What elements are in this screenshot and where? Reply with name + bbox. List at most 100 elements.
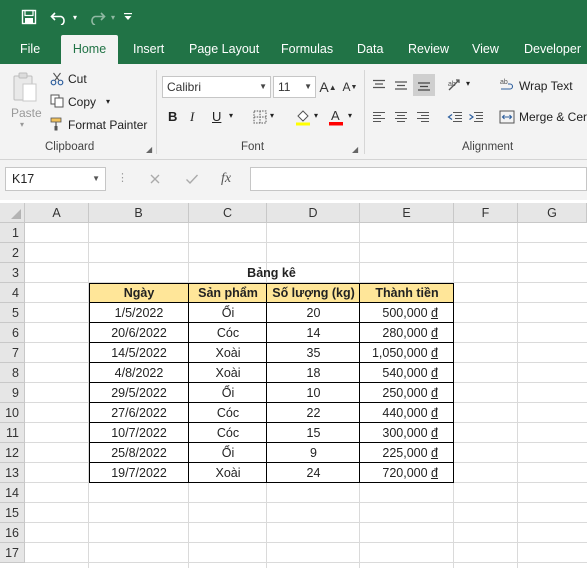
underline-dropdown-icon[interactable]: ▾ — [229, 111, 233, 120]
column-header-c[interactable]: C — [189, 203, 267, 223]
save-icon[interactable] — [18, 6, 40, 28]
borders-dropdown-icon[interactable]: ▾ — [270, 111, 274, 120]
row-header[interactable]: 16 — [0, 523, 25, 543]
tab-file[interactable]: File — [20, 34, 40, 64]
row-header[interactable]: 6 — [0, 323, 25, 343]
table-cell[interactable]: 25/8/2022 — [89, 443, 189, 463]
column-header-e[interactable]: E — [360, 203, 454, 223]
cancel-icon[interactable] — [148, 172, 162, 186]
table-cell[interactable]: 14 — [267, 323, 360, 343]
row-header[interactable]: 2 — [0, 243, 25, 263]
table-cell[interactable]: 19/7/2022 — [89, 463, 189, 483]
header-cell[interactable]: Thành tiền — [360, 283, 454, 303]
tab-home[interactable]: Home — [61, 35, 118, 64]
name-box[interactable]: K17 ▼ — [5, 167, 106, 191]
row-header[interactable]: 17 — [0, 543, 25, 563]
fill-color-dropdown-icon[interactable]: ▾ — [314, 111, 318, 120]
tab-formulas[interactable]: Formulas — [281, 34, 333, 64]
header-cell[interactable]: Số lượng (kg) — [267, 283, 360, 303]
cut-button[interactable]: Cut — [68, 72, 87, 86]
merge-center-button[interactable]: Merge & Cer — [519, 110, 587, 124]
table-cell[interactable]: Ổi — [189, 443, 267, 463]
font-color-dropdown-icon[interactable]: ▾ — [348, 111, 352, 120]
paste-icon[interactable] — [10, 70, 40, 106]
table-cell[interactable]: 280,000 đ — [360, 323, 454, 343]
italic-button[interactable]: I — [190, 109, 194, 125]
tab-developer[interactable]: Developer — [524, 34, 581, 64]
table-cell[interactable]: 540,000 đ — [360, 363, 454, 383]
table-cell[interactable]: Cóc — [189, 423, 267, 443]
copy-button[interactable]: Copy — [68, 95, 96, 109]
font-dialog-launcher-icon[interactable]: ◢ — [352, 145, 358, 154]
table-cell[interactable]: Cóc — [189, 323, 267, 343]
row-header[interactable]: 11 — [0, 423, 25, 443]
orientation-dropdown-icon[interactable]: ▾ — [466, 79, 470, 88]
table-cell[interactable]: 10/7/2022 — [89, 423, 189, 443]
table-cell[interactable]: 1/5/2022 — [89, 303, 189, 323]
row-header[interactable]: 5 — [0, 303, 25, 323]
undo-icon[interactable] — [48, 6, 70, 28]
row-header[interactable]: 3 — [0, 263, 25, 283]
column-header-g[interactable]: G — [518, 203, 587, 223]
customize-icon[interactable] — [121, 6, 135, 28]
header-cell[interactable]: Ngày — [89, 283, 189, 303]
decrease-font-size-icon[interactable]: A ▼ — [342, 77, 358, 97]
tab-insert[interactable]: Insert — [133, 34, 164, 64]
column-header-b[interactable]: B — [89, 203, 189, 223]
copy-dropdown-icon[interactable]: ▾ — [106, 97, 110, 106]
column-header-f[interactable]: F — [454, 203, 518, 223]
row-header[interactable]: 15 — [0, 503, 25, 523]
increase-font-size-icon[interactable]: A ▲ — [319, 77, 336, 97]
row-header[interactable]: 13 — [0, 463, 25, 483]
table-cell[interactable]: 500,000 đ — [360, 303, 454, 323]
redo-dropdown-icon[interactable]: ▾ — [108, 6, 118, 28]
row-header[interactable]: 8 — [0, 363, 25, 383]
fill-color-icon[interactable] — [294, 108, 312, 126]
increase-indent-icon[interactable] — [467, 109, 485, 125]
orientation-icon[interactable]: ab — [446, 77, 464, 93]
formula-input[interactable] — [250, 167, 587, 191]
tab-review[interactable]: Review — [408, 34, 449, 64]
font-name-select[interactable]: Calibri ▼ — [162, 76, 271, 98]
insert-function-button[interactable]: fx — [221, 171, 231, 187]
align-middle-icon[interactable] — [392, 77, 410, 93]
table-cell[interactable]: Ổi — [189, 383, 267, 403]
select-all-corner[interactable] — [0, 203, 25, 223]
row-header[interactable]: 7 — [0, 343, 25, 363]
table-cell[interactable]: Cóc — [189, 403, 267, 423]
align-center-icon[interactable] — [392, 109, 410, 125]
worksheet-grid[interactable]: A B C D E F G 1 2 3 4 5 6 7 8 9 10 11 12… — [0, 203, 587, 568]
enter-icon[interactable] — [184, 172, 200, 186]
tab-page-layout[interactable]: Page Layout — [189, 34, 259, 64]
table-cell[interactable]: 300,000 đ — [360, 423, 454, 443]
redo-icon[interactable] — [86, 6, 108, 28]
table-cell[interactable]: 440,000 đ — [360, 403, 454, 423]
column-header-a[interactable]: A — [25, 203, 89, 223]
row-header[interactable]: 4 — [0, 283, 25, 303]
table-cell[interactable]: Xoài — [189, 343, 267, 363]
align-right-icon[interactable] — [414, 109, 432, 125]
table-cell[interactable]: 250,000 đ — [360, 383, 454, 403]
table-cell[interactable]: 35 — [267, 343, 360, 363]
table-cell[interactable]: 27/6/2022 — [89, 403, 189, 423]
font-color-icon[interactable]: A — [328, 107, 344, 127]
table-cell[interactable]: Xoài — [189, 363, 267, 383]
table-cell[interactable]: 14/5/2022 — [89, 343, 189, 363]
table-cell[interactable]: 4/8/2022 — [89, 363, 189, 383]
tab-view[interactable]: View — [472, 34, 499, 64]
table-cell[interactable]: 20/6/2022 — [89, 323, 189, 343]
borders-icon[interactable] — [252, 109, 268, 125]
bold-button[interactable]: B — [168, 109, 177, 124]
table-cell[interactable]: 18 — [267, 363, 360, 383]
wrap-text-button[interactable]: Wrap Text — [519, 79, 573, 93]
align-left-icon[interactable] — [370, 109, 388, 125]
decrease-indent-icon[interactable] — [446, 109, 464, 125]
table-cell[interactable]: 24 — [267, 463, 360, 483]
row-header[interactable]: 9 — [0, 383, 25, 403]
table-cell[interactable]: Ổi — [189, 303, 267, 323]
table-cell[interactable]: 10 — [267, 383, 360, 403]
row-header[interactable]: 1 — [0, 223, 25, 243]
table-cell[interactable]: 9 — [267, 443, 360, 463]
paste-button[interactable]: Paste — [11, 106, 42, 120]
font-size-select[interactable]: 11 ▼ — [273, 76, 316, 98]
